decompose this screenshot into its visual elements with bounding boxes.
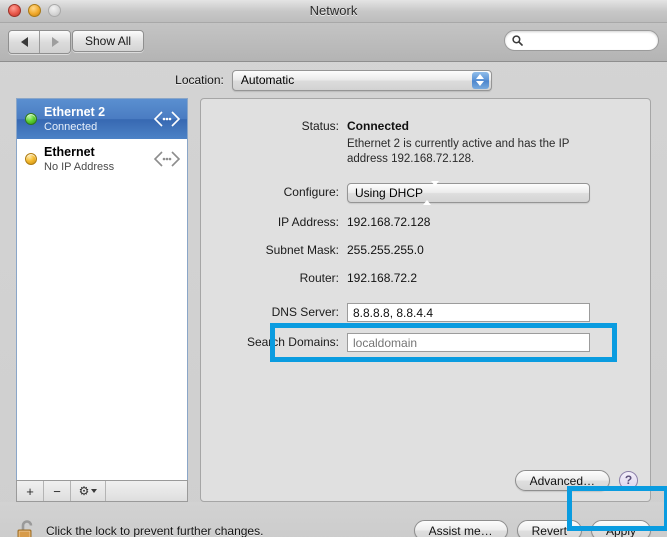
status-description: Ethernet 2 is currently active and has t… bbox=[347, 138, 570, 165]
status-row: Status: Connected Ethernet 2 is currentl… bbox=[201, 117, 634, 167]
service-list-toolbar: + − ⚙ bbox=[16, 480, 188, 502]
chevron-up-icon bbox=[423, 186, 432, 205]
service-actions-menu-button[interactable]: ⚙ bbox=[71, 481, 106, 501]
dns-server-input[interactable] bbox=[347, 303, 590, 322]
service-status: Connected bbox=[44, 120, 98, 133]
revert-button[interactable]: Revert bbox=[516, 520, 582, 537]
service-item-ethernet-2[interactable]: Ethernet 2 Connected bbox=[17, 99, 187, 139]
service-status: No IP Address bbox=[44, 160, 115, 173]
help-button[interactable]: ? bbox=[619, 471, 638, 490]
location-row: Location: Automatic bbox=[0, 62, 667, 98]
close-button[interactable] bbox=[8, 4, 21, 17]
unlocked-padlock-icon[interactable] bbox=[16, 518, 38, 537]
location-popup-button[interactable]: Automatic bbox=[231, 69, 492, 91]
ip-address-value: 192.168.72.128 bbox=[347, 215, 431, 229]
chevron-down-icon bbox=[476, 81, 485, 86]
status-dot-green-icon bbox=[25, 113, 37, 125]
footer-buttons: Assist me… Revert Apply bbox=[413, 520, 651, 537]
subnet-mask-value: 255.255.255.0 bbox=[347, 243, 424, 257]
dns-server-label: DNS Server: bbox=[271, 305, 339, 319]
router-label: Router: bbox=[299, 271, 339, 285]
ip-address-row: IP Address: 192.168.72.128 bbox=[201, 213, 634, 231]
footer-bar: Click the lock to prevent further change… bbox=[0, 502, 667, 537]
window-title: Network bbox=[309, 3, 358, 18]
service-item-ethernet[interactable]: Ethernet No IP Address bbox=[17, 139, 187, 179]
location-label: Location: bbox=[175, 73, 224, 87]
search-icon bbox=[512, 35, 523, 46]
location-stepper-icon[interactable] bbox=[471, 71, 489, 89]
search-field[interactable] bbox=[504, 30, 659, 51]
window-titlebar: Network bbox=[0, 0, 667, 23]
chevron-down-icon bbox=[431, 181, 440, 200]
traffic-lights bbox=[8, 4, 61, 17]
chevron-down-icon bbox=[91, 489, 98, 493]
configure-popup-button[interactable]: Using DHCP bbox=[347, 181, 590, 205]
lock-message: Click the lock to prevent further change… bbox=[46, 523, 264, 537]
status-dot-orange-icon bbox=[25, 153, 37, 165]
panel-bottom-actions: Advanced… ? bbox=[514, 470, 638, 491]
ethernet-icon bbox=[153, 151, 181, 167]
sidebar: Ethernet 2 Connected Ethernet No IP Addr… bbox=[16, 98, 188, 502]
search-domains-input[interactable] bbox=[347, 333, 590, 352]
router-row: Router: 192.168.72.2 bbox=[201, 269, 634, 287]
network-preferences-window: Network Show All Location: Automatic Eth… bbox=[0, 0, 667, 537]
search-domains-row: Search Domains: bbox=[201, 333, 634, 352]
subnet-mask-row: Subnet Mask: 255.255.255.0 bbox=[201, 241, 634, 259]
configure-row: Configure: Using DHCP bbox=[201, 181, 634, 205]
toolbar: Show All bbox=[0, 23, 667, 62]
gear-icon: ⚙ bbox=[78, 484, 90, 498]
status-label: Status: bbox=[301, 119, 339, 133]
service-name: Ethernet 2 bbox=[44, 104, 106, 119]
search-input[interactable] bbox=[523, 34, 652, 47]
search-domains-label: Search Domains: bbox=[246, 335, 339, 349]
ip-address-label: IP Address: bbox=[277, 215, 339, 229]
configure-selected-value: Using DHCP bbox=[355, 186, 424, 200]
minimize-button[interactable] bbox=[28, 4, 41, 17]
configure-stepper-icon[interactable] bbox=[423, 181, 440, 205]
remove-service-button[interactable]: − bbox=[44, 481, 71, 501]
apply-button[interactable]: Apply bbox=[590, 520, 651, 537]
advanced-button[interactable]: Advanced… bbox=[514, 470, 610, 491]
dns-server-row: DNS Server: bbox=[201, 303, 634, 322]
arrow-left-icon bbox=[20, 37, 28, 47]
zoom-button bbox=[48, 4, 61, 17]
body-area: Ethernet 2 Connected Ethernet No IP Addr… bbox=[0, 98, 667, 502]
arrow-right-icon bbox=[51, 37, 59, 47]
location-selected-value: Automatic bbox=[240, 73, 295, 87]
service-name: Ethernet bbox=[44, 144, 95, 159]
network-service-list[interactable]: Ethernet 2 Connected Ethernet No IP Addr… bbox=[16, 98, 188, 480]
subnet-mask-label: Subnet Mask: bbox=[265, 243, 339, 257]
assist-me-button[interactable]: Assist me… bbox=[413, 520, 508, 537]
add-service-button[interactable]: + bbox=[17, 481, 44, 501]
ethernet-icon bbox=[153, 111, 181, 127]
service-detail-panel: Status: Connected Ethernet 2 is currentl… bbox=[200, 98, 651, 502]
lock-area: Click the lock to prevent further change… bbox=[16, 518, 414, 537]
configure-label: Configure: bbox=[283, 185, 339, 199]
show-all-button[interactable]: Show All bbox=[72, 30, 145, 52]
status-value: Connected bbox=[347, 119, 410, 133]
nav-segmented-control bbox=[8, 30, 71, 54]
forward-button bbox=[39, 31, 70, 53]
router-value: 192.168.72.2 bbox=[347, 271, 418, 285]
back-button[interactable] bbox=[9, 31, 39, 53]
chevron-up-icon bbox=[476, 74, 485, 79]
